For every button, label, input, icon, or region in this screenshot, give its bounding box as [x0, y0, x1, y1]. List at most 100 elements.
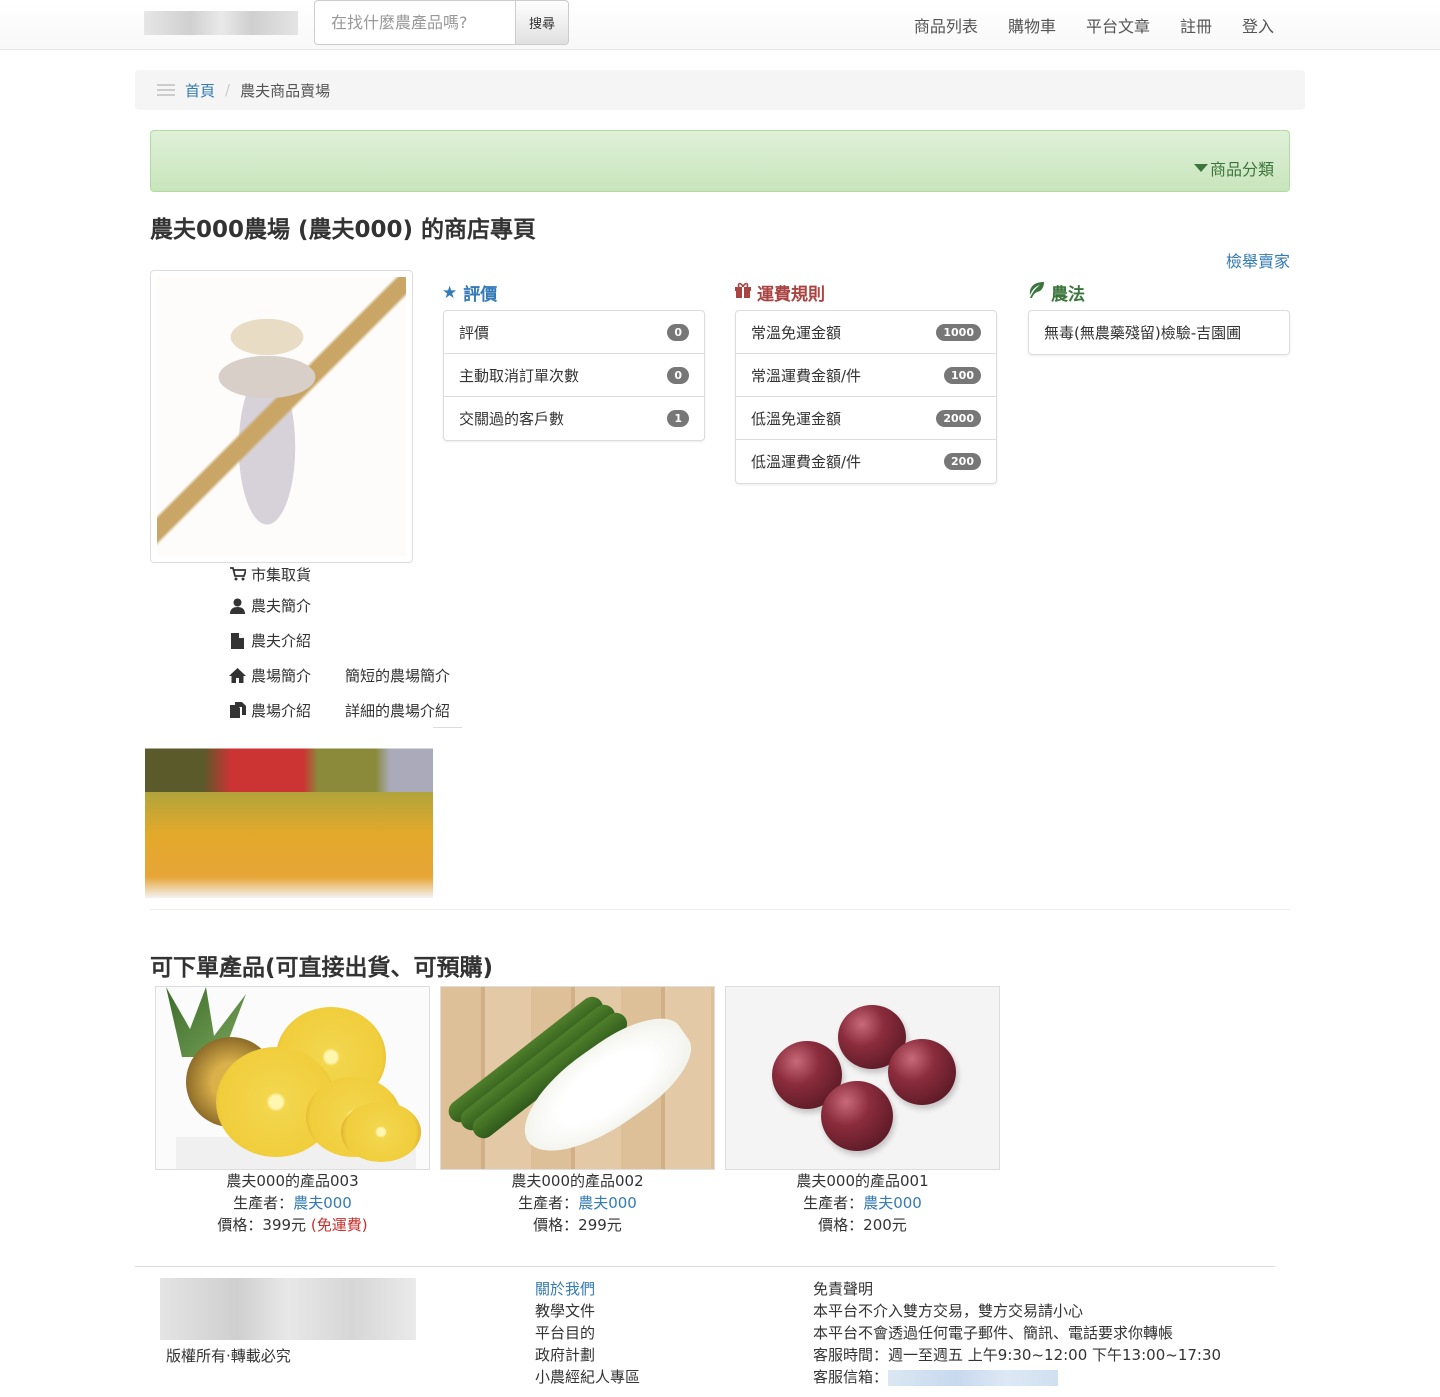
footer-link-gov-plan[interactable]: 政府計劃	[535, 1344, 640, 1366]
search-button[interactable]: 搜尋	[515, 0, 569, 45]
shipping-heading: 運費規則	[735, 280, 825, 305]
footer-disclaimer: 免責聲明 本平台不介入雙方交易，雙方交易請小心 本平台不會透過任何電子郵件、簡訊…	[813, 1278, 1221, 1388]
producer-link[interactable]: 農夫000	[293, 1194, 352, 1212]
footer-link-about[interactable]: 關於我們	[535, 1278, 640, 1300]
footer-logo	[160, 1278, 416, 1340]
shipping-badge: 1000	[936, 323, 981, 341]
producer-label: 生產者：	[803, 1194, 864, 1212]
farm-links: 市集取貨 農夫簡介 農夫介紹 農場簡介 簡短的農場簡介 農場介紹 詳細的農場介紹	[224, 560, 462, 728]
shipping-badge: 200	[944, 453, 981, 470]
copyright: 版權所有·轉載必究	[166, 1347, 291, 1365]
farm-link-desc: 詳細的農場介紹	[345, 701, 451, 720]
shipping-label: 低溫免運金額	[751, 409, 842, 428]
farm-link-label: 市集取貨	[251, 565, 312, 584]
rating-badge: 0	[667, 366, 689, 384]
farmer-avatar	[157, 277, 406, 556]
user-icon	[224, 598, 251, 614]
nav-cart[interactable]: 購物車	[1008, 13, 1056, 37]
shipping-list: 常溫免運金額 1000 常溫運費金額/件 100 低溫免運金額 2000 低溫運…	[735, 310, 997, 484]
home-icon	[224, 668, 251, 683]
farm-photo	[145, 722, 433, 898]
product-image[interactable]	[440, 986, 715, 1170]
footer-link-purpose[interactable]: 平台目的	[535, 1322, 640, 1344]
list-item: 交關過的客戶數 1	[444, 397, 704, 440]
farming-heading: 農法	[1028, 280, 1085, 305]
star-icon: ★	[442, 282, 458, 303]
nav-links: 商品列表 購物車 平台文章 註冊 登入	[884, 0, 1274, 50]
search-input[interactable]	[314, 0, 516, 45]
product-name[interactable]: 農夫000的產品001	[725, 1170, 1000, 1192]
ratings-list: 評價 0 主動取消訂單次數 0 交關過的客戶數 1	[443, 310, 705, 441]
category-toggle-label: 商品分類	[1209, 160, 1274, 179]
passion-fruit	[821, 1081, 893, 1151]
price-text: 價格：200元	[818, 1216, 907, 1234]
breadcrumb-home[interactable]: 首頁	[185, 80, 215, 101]
list-item: 常溫運費金額/件 100	[736, 354, 996, 397]
email-value[interactable]	[888, 1369, 1059, 1386]
passion-fruit	[888, 1039, 956, 1105]
product-name[interactable]: 農夫000的產品003	[155, 1170, 430, 1192]
farm-link-farmer-intro[interactable]: 農夫介紹	[224, 623, 462, 658]
category-toggle[interactable]: 商品分類	[1193, 156, 1274, 180]
list-item: 無毒(無農藥殘留)檢驗-吉園圃	[1029, 311, 1289, 354]
product-card[interactable]: 農夫000的產品002 生產者：農夫000 價格：299元	[440, 986, 715, 1236]
producer-link[interactable]: 農夫000	[578, 1194, 637, 1212]
farm-link-desc: 簡短的農場簡介	[345, 667, 451, 685]
report-seller-link[interactable]: 檢舉賣家	[1226, 248, 1290, 272]
footer-link-tutorial[interactable]: 教學文件	[535, 1300, 640, 1322]
footer-links: 關於我們 教學文件 平台目的 政府計劃 小農經紀人專區	[535, 1278, 640, 1388]
caret-down-icon	[1193, 164, 1208, 172]
nav-articles[interactable]: 平台文章	[1086, 13, 1150, 37]
site-logo[interactable]	[144, 11, 298, 35]
farm-link-farm-brief[interactable]: 農場簡介 簡短的農場簡介	[224, 658, 462, 693]
shipping-title: 運費規則	[757, 285, 825, 305]
nav-register[interactable]: 註冊	[1180, 13, 1212, 37]
divider	[150, 909, 1290, 910]
nav-login[interactable]: 登入	[1242, 13, 1274, 37]
product-image[interactable]	[155, 986, 430, 1170]
producer-label: 生產者：	[233, 1194, 294, 1212]
price-text: 價格：399元	[217, 1216, 307, 1234]
product-card[interactable]: 農夫000的產品003 生產者：農夫000 價格：399元 (免運費)	[155, 986, 430, 1236]
farm-link-label: 農場簡介	[251, 667, 312, 685]
menu-icon	[157, 84, 175, 96]
rating-badge: 0	[667, 323, 689, 341]
list-item: 主動取消訂單次數 0	[444, 354, 704, 397]
navbar: 搜尋 商品列表 購物車 平台文章 註冊 登入	[0, 0, 1440, 50]
product-image[interactable]	[725, 986, 1000, 1170]
breadcrumb-separator: /	[225, 81, 231, 99]
shipping-label: 低溫運費金額/件	[751, 453, 862, 471]
product-producer: 生產者：農夫000	[725, 1192, 1000, 1214]
farming-title: 農法	[1051, 285, 1085, 305]
disclaimer-line: 本平台不會透過任何電子郵件、簡訊、電話要求你轉帳	[813, 1324, 1174, 1342]
disclaimer-title: 免責聲明	[813, 1280, 874, 1298]
shipping-label: 常溫免運金額	[751, 323, 842, 342]
list-item: 低溫免運金額 2000	[736, 397, 996, 440]
product-card[interactable]: 農夫000的產品001 生產者：農夫000 價格：200元	[725, 986, 1000, 1236]
farm-link-market-pickup[interactable]: 市集取貨	[224, 560, 462, 588]
file-icon	[224, 632, 251, 649]
shipping-badge: 100	[944, 366, 981, 384]
nav-product-list[interactable]: 商品列表	[914, 13, 978, 37]
farm-link-farmer-brief[interactable]: 農夫簡介	[224, 588, 462, 623]
farmer-avatar-frame	[150, 270, 413, 563]
footer-link-agent-zone[interactable]: 小農經紀人專區	[535, 1366, 640, 1388]
pineapple-slice	[341, 1102, 421, 1162]
shop-title: 農夫000農場 (農夫000) 的商店專頁	[150, 217, 537, 243]
producer-link[interactable]: 農夫000	[863, 1194, 922, 1212]
product-name[interactable]: 農夫000的產品002	[440, 1170, 715, 1192]
shipping-label: 常溫運費金額/件	[751, 366, 862, 385]
breadcrumb-current: 農夫商品賣場	[240, 81, 331, 100]
ratings-title: 評價	[463, 285, 498, 305]
product-producer: 生產者：農夫000	[155, 1192, 430, 1214]
disclaimer-line: 客服時間：週一至週五 上午9:30~12:00 下午13:00~17:30	[813, 1346, 1222, 1364]
farming-list: 無毒(無農藥殘留)檢驗-吉園圃	[1028, 310, 1290, 355]
support-email: 客服信箱：	[813, 1366, 1221, 1388]
farm-link-label: 農場介紹	[251, 701, 312, 720]
products-section-title: 可下單產品(可直接出貨、可預購)	[150, 955, 494, 981]
list-item: 常溫免運金額 1000	[736, 311, 996, 354]
shipping-badge: 2000	[936, 409, 981, 427]
breadcrumb: 首頁 / 農夫商品賣場	[135, 70, 1305, 110]
product-price: 價格：299元	[440, 1214, 715, 1236]
producer-label: 生產者：	[518, 1194, 579, 1212]
